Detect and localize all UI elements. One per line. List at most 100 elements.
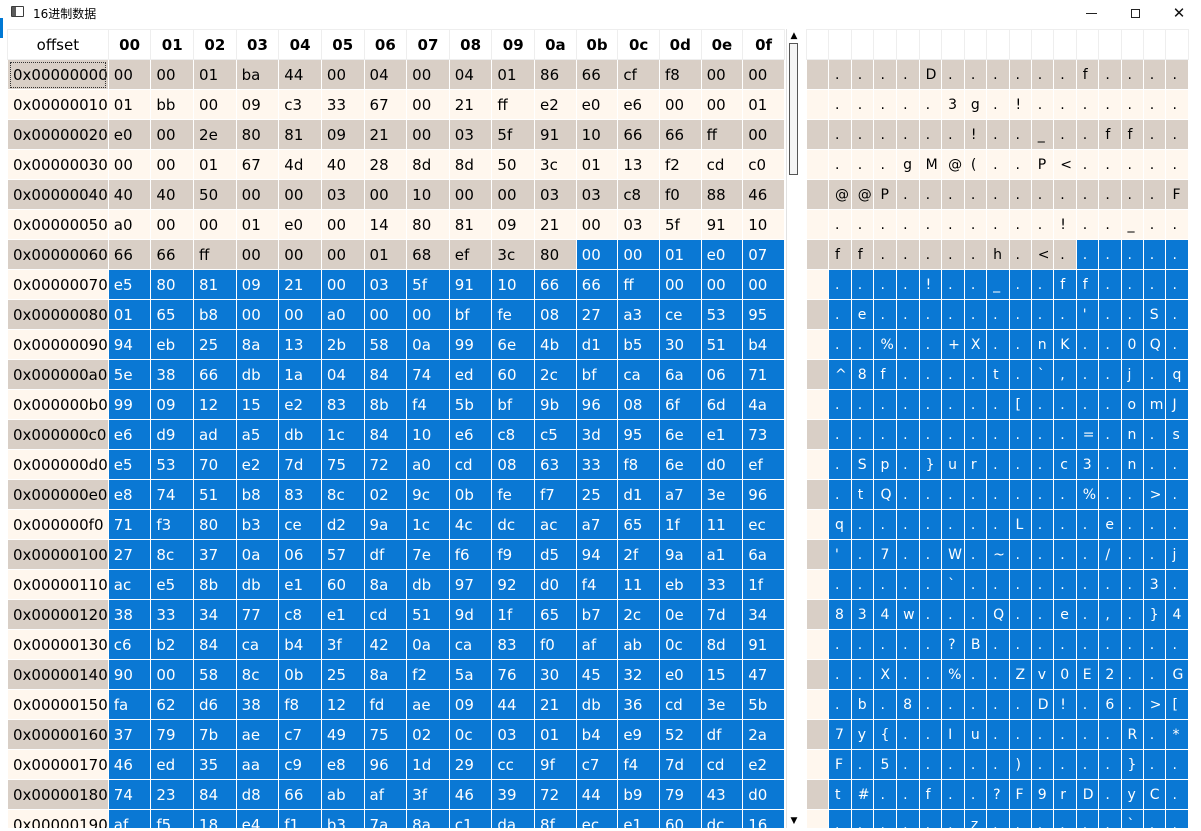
hex-byte-cell[interactable]: 01 [107, 299, 152, 330]
ascii-char-cell[interactable]: . [986, 89, 1010, 120]
ascii-char-cell[interactable]: . [941, 779, 965, 810]
ascii-char-cell[interactable]: . [1098, 809, 1122, 828]
ascii-char-cell[interactable]: . [963, 59, 988, 90]
hex-byte-cell[interactable]: e5 [107, 269, 152, 300]
ascii-char-cell[interactable]: . [896, 359, 920, 390]
hex-byte-cell[interactable]: 10 [491, 269, 536, 300]
hex-byte-cell[interactable]: 00 [617, 239, 660, 270]
ascii-char-cell[interactable]: . [918, 239, 943, 270]
ascii-char-cell[interactable]: . [1098, 149, 1122, 180]
ascii-char-cell[interactable]: . [1120, 659, 1144, 690]
ascii-char-cell[interactable]: . [896, 629, 920, 660]
scrollbar-thumb[interactable] [789, 43, 798, 175]
ascii-char-cell[interactable]: f [1098, 119, 1122, 150]
hex-byte-cell[interactable]: af [107, 809, 152, 828]
ascii-char-cell[interactable]: . [1075, 89, 1100, 120]
hex-byte-cell[interactable]: 3c [491, 239, 536, 270]
hex-byte-cell[interactable]: 62 [150, 689, 195, 720]
ascii-char-cell[interactable]: @ [941, 149, 965, 180]
hex-byte-cell[interactable]: 79 [150, 719, 195, 750]
hex-byte-cell[interactable]: eb [658, 569, 702, 600]
ascii-char-cell[interactable]: . [1053, 389, 1077, 420]
hex-byte-cell[interactable]: 57 [320, 539, 365, 570]
ascii-char-cell[interactable]: . [827, 209, 852, 240]
hex-byte-cell[interactable]: 90 [107, 659, 152, 690]
ascii-char-cell[interactable]: . [873, 89, 898, 120]
hex-byte-cell[interactable]: f8 [617, 449, 660, 480]
ascii-char-cell[interactable]: . [896, 329, 920, 360]
ascii-char-cell[interactable]: . [1053, 479, 1077, 510]
hex-byte-cell[interactable]: b4 [575, 719, 619, 750]
ascii-char-cell[interactable]: . [1053, 179, 1077, 210]
row-offset[interactable]: 0x00000140 [7, 659, 109, 690]
hex-byte-cell[interactable]: b8 [193, 299, 237, 330]
hex-byte-cell[interactable]: 15 [235, 389, 280, 420]
ascii-char-cell[interactable]: . [941, 59, 965, 90]
ascii-char-cell[interactable]: ! [963, 119, 988, 150]
hex-byte-cell[interactable]: 44 [278, 59, 322, 90]
hex-byte-cell[interactable]: aa [235, 749, 280, 780]
ascii-char-cell[interactable]: . [1075, 809, 1100, 828]
ascii-char-cell[interactable]: g [963, 89, 988, 120]
ascii-char-cell[interactable]: E [1075, 659, 1100, 690]
hex-byte-cell[interactable]: 84 [193, 779, 237, 810]
ascii-char-cell[interactable]: B [963, 629, 988, 660]
ascii-char-cell[interactable]: h [986, 239, 1010, 270]
ascii-char-cell[interactable]: . [941, 479, 965, 510]
hex-byte-cell[interactable]: 28 [363, 149, 408, 180]
ascii-char-cell[interactable]: . [873, 209, 898, 240]
hex-byte-cell[interactable]: 00 [742, 119, 785, 150]
row-offset[interactable]: 0x00000030 [7, 149, 109, 180]
row-offset[interactable]: 0x00000190 [7, 809, 109, 828]
hex-byte-cell[interactable]: e8 [107, 479, 152, 510]
hex-byte-cell[interactable]: 33 [575, 449, 619, 480]
hex-byte-cell[interactable]: 47 [742, 659, 785, 690]
ascii-char-cell[interactable]: e [1098, 509, 1122, 540]
hex-byte-cell[interactable]: 00 [278, 239, 322, 270]
hex-byte-cell[interactable]: e4 [235, 809, 280, 828]
ascii-char-cell[interactable]: ! [1053, 209, 1077, 240]
ascii-char-cell[interactable]: . [1075, 329, 1100, 360]
hex-byte-cell[interactable]: b3 [235, 509, 280, 540]
ascii-char-cell[interactable]: Z [1008, 659, 1032, 690]
hex-byte-cell[interactable]: eb [150, 329, 195, 360]
hex-byte-cell[interactable]: 79 [658, 779, 702, 810]
ascii-char-cell[interactable]: . [827, 419, 852, 450]
ascii-char-cell[interactable]: _ [1030, 119, 1055, 150]
ascii-char-cell[interactable]: D [1030, 689, 1055, 720]
hex-byte-cell[interactable]: 23 [150, 779, 195, 810]
hex-byte-cell[interactable]: 00 [700, 269, 744, 300]
ascii-char-cell[interactable]: n [1120, 449, 1144, 480]
ascii-char-cell[interactable]: @ [850, 179, 875, 210]
ascii-char-cell[interactable]: . [1142, 749, 1167, 780]
hex-byte-cell[interactable]: 75 [320, 449, 365, 480]
hex-byte-cell[interactable]: d8 [235, 779, 280, 810]
ascii-char-cell[interactable]: . [1098, 209, 1122, 240]
hex-byte-cell[interactable]: ed [150, 749, 195, 780]
hex-byte-cell[interactable]: cd [363, 599, 408, 630]
hex-byte-cell[interactable]: df [700, 719, 744, 750]
hex-byte-cell[interactable]: 94 [107, 329, 152, 360]
hex-byte-cell[interactable]: 00 [193, 89, 237, 120]
ascii-char-cell[interactable]: . [986, 479, 1010, 510]
hex-byte-cell[interactable]: d6 [193, 689, 237, 720]
ascii-char-cell[interactable]: . [986, 659, 1010, 690]
hex-byte-cell[interactable]: e6 [448, 419, 493, 450]
ascii-char-cell[interactable]: K [1053, 329, 1077, 360]
hex-byte-cell[interactable]: 00 [700, 89, 744, 120]
hex-byte-cell[interactable]: 99 [107, 389, 152, 420]
ascii-char-cell[interactable]: ! [1053, 689, 1077, 720]
hex-byte-cell[interactable]: 00 [575, 209, 619, 240]
hex-byte-cell[interactable]: 6e [658, 449, 702, 480]
row-offset[interactable]: 0x00000100 [7, 539, 109, 570]
ascii-char-cell[interactable]: ` [941, 569, 965, 600]
ascii-char-cell[interactable]: . [1098, 239, 1122, 270]
hex-byte-cell[interactable]: 8b [363, 389, 408, 420]
ascii-char-cell[interactable]: . [918, 329, 943, 360]
ascii-char-cell[interactable]: F [827, 749, 852, 780]
hex-byte-cell[interactable]: 32 [617, 659, 660, 690]
ascii-char-cell[interactable]: , [1053, 359, 1077, 390]
hex-byte-cell[interactable]: 66 [658, 119, 702, 150]
hex-byte-cell[interactable]: 46 [107, 749, 152, 780]
ascii-char-cell[interactable]: . [850, 89, 875, 120]
